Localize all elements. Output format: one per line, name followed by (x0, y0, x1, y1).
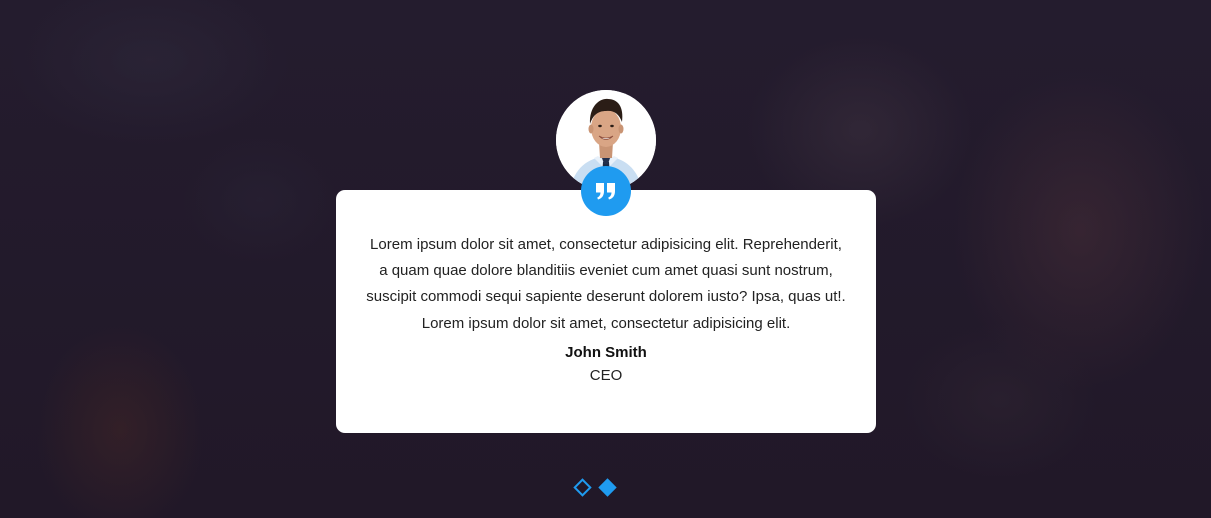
author-name: John Smith (565, 343, 647, 361)
testimonial-quote: Lorem ipsum dolor sit amet, consectetur … (366, 236, 846, 332)
quote-marks-icon (596, 183, 615, 200)
carousel-dot-1[interactable] (573, 478, 592, 497)
quote-icon (581, 166, 631, 216)
testimonial-card: Lorem ipsum dolor sit amet, consectetur … (336, 190, 876, 433)
carousel-dot-2-active[interactable] (598, 478, 617, 497)
carousel-pagination (573, 478, 617, 497)
author-role: CEO (589, 366, 623, 384)
